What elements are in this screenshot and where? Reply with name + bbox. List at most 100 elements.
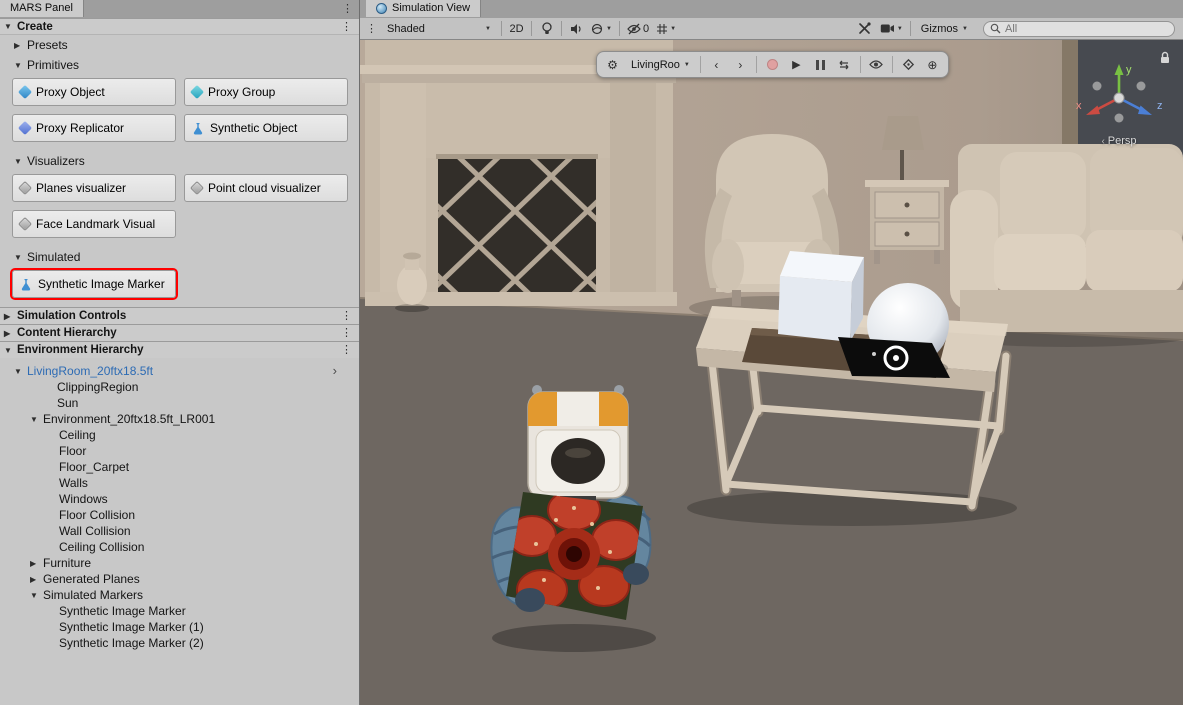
axis-negative-handle[interactable] xyxy=(1093,82,1102,91)
proxy-replicator-button[interactable]: Proxy Replicator xyxy=(12,114,176,142)
tree-item-synthetic-image-marker-2[interactable]: Synthetic Image Marker (2) xyxy=(0,635,359,651)
isolate-view-button[interactable] xyxy=(897,54,920,75)
2d-toggle-button[interactable]: 2D xyxy=(506,19,527,39)
loop-button[interactable] xyxy=(833,54,856,75)
tree-item-ceiling[interactable]: Ceiling xyxy=(0,427,359,443)
frame-selected-button[interactable]: ⊕ xyxy=(921,54,944,75)
view-visibility-button[interactable] xyxy=(865,54,888,75)
tree-item-wall-collision[interactable]: Wall Collision xyxy=(0,523,359,539)
tree-item-windows[interactable]: Windows xyxy=(0,491,359,507)
section-create-menu-icon[interactable]: ⋮ xyxy=(341,20,352,33)
record-button[interactable] xyxy=(761,54,784,75)
tab-mars-panel[interactable]: MARS Panel xyxy=(0,0,84,17)
axis-negative-y-handle[interactable] xyxy=(1115,114,1124,123)
camera-settings-button[interactable]: ▼ xyxy=(877,19,906,39)
tree-item-synthetic-image-marker[interactable]: Synthetic Image Marker xyxy=(0,603,359,619)
foldout-simulated[interactable]: ▼ Simulated xyxy=(0,247,359,267)
axis-negative-handle[interactable] xyxy=(1137,82,1146,91)
foldout-primitives[interactable]: ▼ Primitives xyxy=(0,55,359,75)
tree-item-floor-collision[interactable]: Floor Collision xyxy=(0,507,359,523)
previous-environment-button[interactable]: ‹ xyxy=(705,54,728,75)
point-cloud-visualizer-button[interactable]: Point cloud visualizer xyxy=(184,174,348,202)
tree-item-environment[interactable]: ▼ Environment_20ftx18.5ft_LR001 xyxy=(0,411,359,427)
tree-item-walls[interactable]: Walls xyxy=(0,475,359,491)
foldout-simulated-label: Simulated xyxy=(27,250,80,264)
tab-simulation-view[interactable]: Simulation View xyxy=(366,0,481,17)
foldout-open-icon[interactable]: ▼ xyxy=(14,367,27,376)
orientation-gizmo[interactable]: y x z ‹Persp xyxy=(1069,60,1169,147)
foldout-closed-icon[interactable]: ▶ xyxy=(30,559,43,568)
foldout-open-icon[interactable]: ▼ xyxy=(4,346,17,355)
proxy-group-button[interactable]: Proxy Group xyxy=(184,78,348,106)
scene-cube[interactable] xyxy=(778,251,864,342)
toolbar-menu-icon[interactable]: ⋮ xyxy=(363,22,380,35)
foldout-closed-icon[interactable]: ▶ xyxy=(14,41,27,50)
tree-item-simulated-markers[interactable]: ▼ Simulated Markers xyxy=(0,587,359,603)
foldout-visualizers[interactable]: ▼ Visualizers xyxy=(0,151,359,171)
viewport-search[interactable] xyxy=(983,21,1175,37)
scene-sofa[interactable] xyxy=(946,144,1183,347)
chevron-right-icon[interactable]: › xyxy=(333,363,337,379)
scene-image-marker-flower[interactable] xyxy=(506,490,649,620)
section-create[interactable]: ▼ Create ⋮ xyxy=(0,18,359,35)
section-content-hierarchy[interactable]: ▶ Content Hierarchy ⋮ xyxy=(0,324,359,341)
foldout-open-icon[interactable]: ▼ xyxy=(4,22,17,31)
foldout-presets[interactable]: ▶ Presets xyxy=(0,35,359,55)
scene-canvas[interactable] xyxy=(360,40,1183,705)
planes-visualizer-button[interactable]: Planes visualizer xyxy=(12,174,176,202)
visualizers-button-grid: Planes visualizer Point cloud visualizer… xyxy=(0,171,359,247)
projection-toggle[interactable]: ‹Persp xyxy=(1069,135,1169,147)
foldout-closed-icon[interactable]: ▶ xyxy=(30,575,43,584)
tree-item-furniture[interactable]: ▶ Furniture xyxy=(0,555,359,571)
tree-item-ceiling-collision[interactable]: Ceiling Collision xyxy=(0,539,359,555)
search-input[interactable] xyxy=(1005,23,1155,35)
tree-item-livingroom[interactable]: ▼ LivingRoom_20ftx18.5ft › xyxy=(0,363,359,379)
effects-dropdown-button[interactable]: ▼ xyxy=(588,19,615,39)
foldout-open-icon[interactable]: ▼ xyxy=(14,61,27,70)
foldout-closed-icon[interactable]: ▶ xyxy=(4,329,17,338)
shading-mode-dropdown[interactable]: Shaded ▼ xyxy=(381,19,497,39)
component-tools-button[interactable] xyxy=(855,19,876,39)
section-environment-hierarchy[interactable]: ▼ Environment Hierarchy ⋮ xyxy=(0,341,359,358)
foldout-open-icon[interactable]: ▼ xyxy=(30,591,43,600)
tree-item-generated-planes[interactable]: ▶ Generated Planes xyxy=(0,571,359,587)
lightbulb-icon xyxy=(541,22,553,36)
section-menu-icon[interactable]: ⋮ xyxy=(341,309,352,322)
gizmo-center[interactable] xyxy=(1114,93,1124,103)
tree-item-label: Floor Collision xyxy=(59,508,135,522)
foldout-closed-icon[interactable]: ▶ xyxy=(4,312,17,321)
face-landmark-visualizer-button[interactable]: Face Landmark Visual xyxy=(12,210,176,238)
frame-selected-icon: ⊕ xyxy=(927,58,937,72)
lighting-toggle-button[interactable] xyxy=(536,19,557,39)
foldout-open-icon[interactable]: ▼ xyxy=(14,157,27,166)
synthetic-object-button[interactable]: Synthetic Object xyxy=(184,114,348,142)
section-menu-icon[interactable]: ⋮ xyxy=(341,326,352,339)
pause-button[interactable] xyxy=(809,54,832,75)
tree-item-label: Wall Collision xyxy=(59,524,131,538)
synthetic-image-marker-button[interactable]: Synthetic Image Marker xyxy=(12,270,176,298)
axis-gizmo[interactable]: y x z xyxy=(1069,60,1169,132)
next-environment-button[interactable]: › xyxy=(729,54,752,75)
panel-menu-icon[interactable]: ⋮ xyxy=(342,2,353,16)
section-simulation-controls[interactable]: ▶ Simulation Controls ⋮ xyxy=(0,307,359,324)
environment-dropdown[interactable]: LivingRoo ▼ xyxy=(625,54,696,75)
tree-item-floor[interactable]: Floor xyxy=(0,443,359,459)
tree-item-clippingregion[interactable]: ClippingRegion xyxy=(0,379,359,395)
foldout-open-icon[interactable]: ▼ xyxy=(14,253,27,262)
section-menu-icon[interactable]: ⋮ xyxy=(341,343,352,356)
grid-icon xyxy=(656,23,668,35)
scene-visibility-button[interactable]: 0 xyxy=(624,19,652,39)
simulation-viewport[interactable]: ⚙ LivingRoo ▼ ‹ › ▶ xyxy=(360,40,1183,705)
settings-button[interactable]: ⚙ xyxy=(601,54,624,75)
tree-item-synthetic-image-marker-1[interactable]: Synthetic Image Marker (1) xyxy=(0,619,359,635)
foldout-open-icon[interactable]: ▼ xyxy=(30,415,43,424)
audio-toggle-button[interactable] xyxy=(566,19,587,39)
tab-simulation-view-label: Simulation View xyxy=(392,2,470,14)
tree-item-floor-carpet[interactable]: Floor_Carpet xyxy=(0,459,359,475)
proxy-object-button[interactable]: Proxy Object xyxy=(12,78,176,106)
play-button[interactable]: ▶ xyxy=(785,54,808,75)
gizmos-dropdown[interactable]: Gizmos ▼ xyxy=(915,19,974,39)
point-cloud-visualizer-label: Point cloud visualizer xyxy=(208,181,321,195)
tree-item-sun[interactable]: Sun xyxy=(0,395,359,411)
grid-dropdown-button[interactable]: ▼ xyxy=(653,19,679,39)
